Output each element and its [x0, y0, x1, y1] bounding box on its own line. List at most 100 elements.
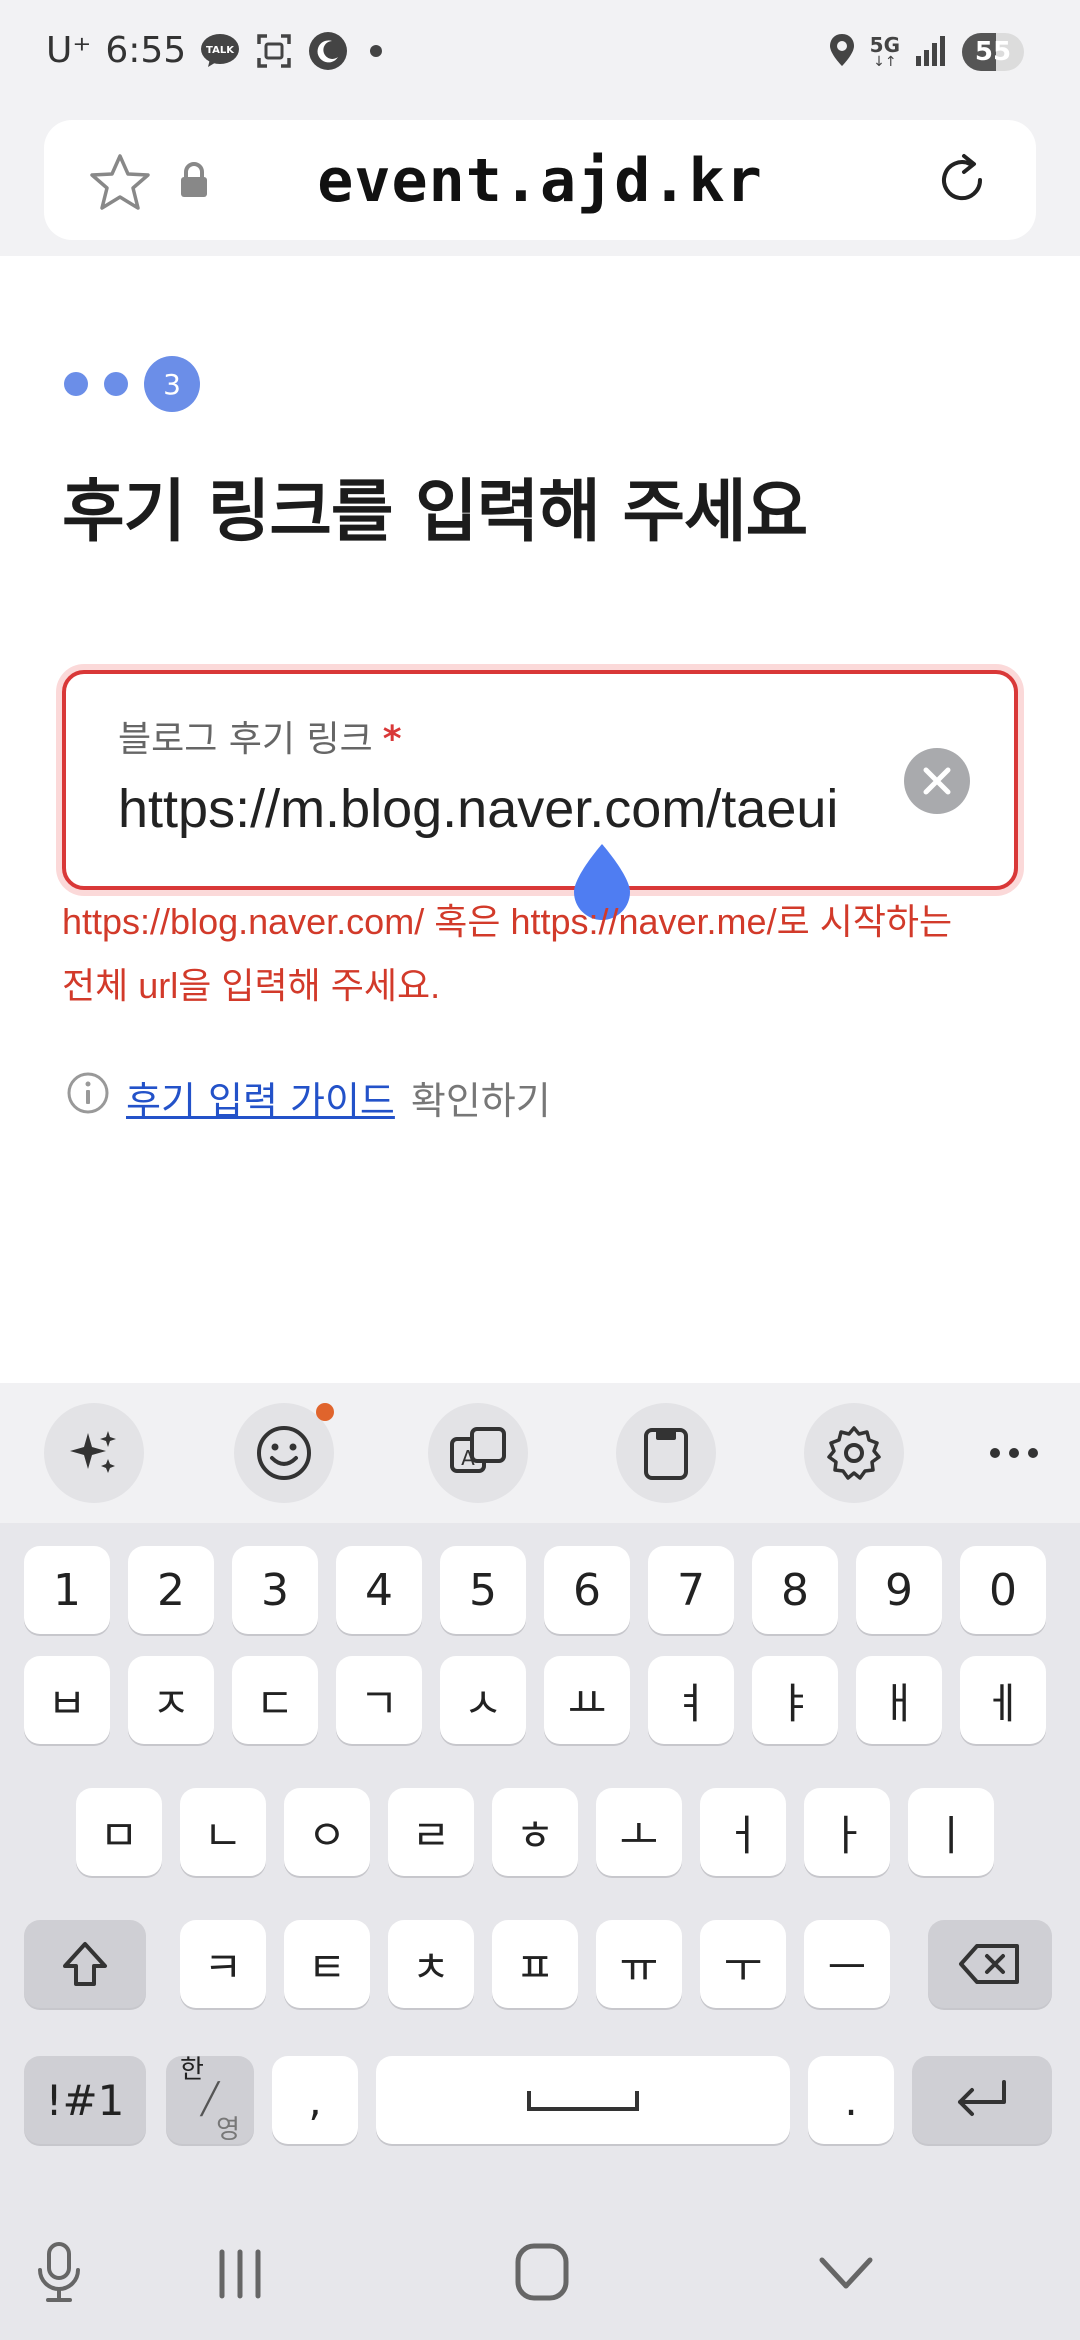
translate-icon[interactable]: A: [428, 1403, 528, 1503]
do-not-disturb-icon: [308, 31, 348, 71]
network-5g-icon: 5G ↓↑: [869, 33, 900, 70]
period-key[interactable]: .: [808, 2056, 894, 2144]
shift-icon: [63, 1942, 107, 1986]
key-number-1[interactable]: 2: [128, 1546, 214, 1634]
backspace-key[interactable]: [928, 1920, 1052, 2008]
browser-toolbar: event.ajd.kr: [0, 110, 1080, 256]
error-message: https://blog.naver.com/ 혹은 https://naver…: [62, 890, 1042, 1018]
step-current: 3: [144, 356, 200, 412]
key-consonant-vowel-9[interactable]: ㅔ: [960, 1656, 1046, 1744]
key-row3-5[interactable]: ㅜ: [700, 1920, 786, 2008]
step-indicator: 3: [64, 356, 200, 412]
address-bar[interactable]: event.ajd.kr: [44, 120, 1036, 240]
clipboard-icon[interactable]: [616, 1403, 716, 1503]
space-icon: [527, 2091, 639, 2111]
key-row3-0[interactable]: ㅋ: [180, 1920, 266, 2008]
sparkle-icon[interactable]: [44, 1403, 144, 1503]
blog-link-input[interactable]: [118, 774, 908, 844]
key-consonant-vowel-5[interactable]: ㅛ: [544, 1656, 630, 1744]
settings-icon[interactable]: [804, 1403, 904, 1503]
key-row3-6[interactable]: ㅡ: [804, 1920, 890, 2008]
battery-label: 55: [974, 37, 1012, 67]
symbols-key[interactable]: !#1: [24, 2056, 146, 2144]
key-row3-2[interactable]: ㅊ: [388, 1920, 474, 2008]
signal-icon: [914, 34, 948, 70]
microphone-icon[interactable]: [34, 2240, 84, 2304]
step-dot-1: [64, 372, 88, 396]
key-row2-5[interactable]: ㅗ: [596, 1788, 682, 1876]
talk-notification-icon: TALK: [200, 31, 240, 71]
key-number-5[interactable]: 6: [544, 1546, 630, 1634]
svg-text:A: A: [461, 1446, 475, 1470]
status-right: 5G ↓↑ 55: [828, 32, 1024, 72]
key-row2-2[interactable]: ㅇ: [284, 1788, 370, 1876]
location-icon: [828, 32, 856, 72]
status-left: U⁺ 6:55 TALK: [46, 30, 383, 71]
backspace-icon: [959, 1944, 1019, 1984]
clock: 6:55: [105, 30, 187, 71]
battery-indicator: 55: [962, 33, 1024, 71]
key-consonant-vowel-0[interactable]: ㅂ: [24, 1656, 110, 1744]
key-row2-1[interactable]: ㄴ: [180, 1788, 266, 1876]
recent-apps-icon[interactable]: [214, 2248, 266, 2300]
lang-separator: ╱: [200, 2082, 220, 2117]
key-consonant-vowel-7[interactable]: ㅑ: [752, 1656, 838, 1744]
reload-icon[interactable]: [932, 150, 992, 214]
key-number-6[interactable]: 7: [648, 1546, 734, 1634]
home-icon[interactable]: [514, 2242, 570, 2302]
language-switch-key[interactable]: 한 ╱ 영: [166, 2055, 254, 2145]
key-row2-3[interactable]: ㄹ: [388, 1788, 474, 1876]
key-number-9[interactable]: 0: [960, 1546, 1046, 1634]
required-mark: *: [382, 719, 402, 760]
field-label-text: 블로그 후기 링크: [118, 719, 373, 760]
more-icon[interactable]: [964, 1403, 1064, 1503]
status-bar: U⁺ 6:55 TALK 5G ↓↑ 55: [0, 0, 1080, 110]
key-row2-6[interactable]: ㅓ: [700, 1788, 786, 1876]
comma-key[interactable]: ,: [272, 2056, 358, 2144]
enter-icon: [958, 2080, 1006, 2116]
emoji-icon[interactable]: [234, 1403, 334, 1503]
lang-bottom-label: 영: [216, 2115, 240, 2145]
page-title: 후기 링크를 입력해 주세요: [62, 473, 808, 552]
space-key[interactable]: [376, 2056, 790, 2144]
key-consonant-vowel-3[interactable]: ㄱ: [336, 1656, 422, 1744]
key-row3-3[interactable]: ㅍ: [492, 1920, 578, 2008]
key-row2-4[interactable]: ㅎ: [492, 1788, 578, 1876]
step-dot-2: [104, 372, 128, 396]
error-line-2: 전체 url을 입력해 주세요.: [62, 965, 441, 1006]
key-consonant-vowel-6[interactable]: ㅕ: [648, 1656, 734, 1744]
key-consonant-vowel-8[interactable]: ㅐ: [856, 1656, 942, 1744]
guide-text: 확인하기: [410, 1079, 551, 1123]
system-nav-bar: [0, 2200, 1080, 2340]
field-label: 블로그 후기 링크 *: [118, 710, 402, 762]
key-number-3[interactable]: 4: [336, 1546, 422, 1634]
key-consonant-vowel-1[interactable]: ㅈ: [128, 1656, 214, 1744]
key-number-8[interactable]: 9: [856, 1546, 942, 1634]
keyboard-toolbar: A: [0, 1383, 1080, 1523]
key-number-7[interactable]: 8: [752, 1546, 838, 1634]
key-consonant-vowel-2[interactable]: ㄷ: [232, 1656, 318, 1744]
key-row2-7[interactable]: ㅏ: [804, 1788, 890, 1876]
enter-key[interactable]: [912, 2056, 1052, 2144]
blog-link-field[interactable]: 블로그 후기 링크 *: [62, 670, 1018, 890]
error-line-1: https://blog.naver.com/ 혹은 https://naver…: [62, 901, 953, 942]
key-number-2[interactable]: 3: [232, 1546, 318, 1634]
keyboard: A 1234567890 ㅂㅈㄷㄱㅅㅛㅕㅑㅐㅔ ㅁㄴㅇㄹㅎㅗㅓㅏㅣ ㅋㅌㅊㅍㅠㅜ…: [0, 1383, 1080, 2340]
key-row2-8[interactable]: ㅣ: [908, 1788, 994, 1876]
network-label: 5G: [869, 33, 900, 57]
guide-link[interactable]: 후기 입력 가이드: [126, 1070, 395, 1125]
key-consonant-vowel-4[interactable]: ㅅ: [440, 1656, 526, 1744]
shift-key[interactable]: [24, 1920, 146, 2008]
key-row3-1[interactable]: ㅌ: [284, 1920, 370, 2008]
info-icon: [66, 1071, 110, 1124]
key-row2-0[interactable]: ㅁ: [76, 1788, 162, 1876]
key-number-4[interactable]: 5: [440, 1546, 526, 1634]
screenshot-icon: [254, 31, 294, 71]
hide-keyboard-icon[interactable]: [818, 2256, 874, 2292]
url-text[interactable]: event.ajd.kr: [44, 146, 1036, 216]
carrier-label: U⁺: [46, 30, 92, 71]
clear-input-button[interactable]: [904, 748, 970, 814]
key-number-0[interactable]: 1: [24, 1546, 110, 1634]
key-row3-4[interactable]: ㅠ: [596, 1920, 682, 2008]
lang-top-label: 한: [180, 2055, 204, 2085]
